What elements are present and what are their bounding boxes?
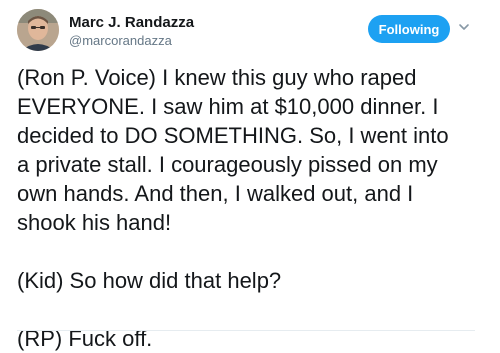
tweet-line: EVERYONE. I saw him at $10,000 dinner. I [17, 94, 439, 119]
author-name[interactable]: Marc J. Randazza [69, 14, 194, 31]
chevron-down-icon[interactable] [458, 21, 470, 33]
tweet-text: (Ron P. Voice) I knew this guy who raped… [17, 63, 487, 353]
tweet-line: shook his hand! [17, 210, 172, 235]
tweet-card: Marc J. Randazza @marcorandazza Followin… [0, 0, 500, 351]
tweet-paragraph-3: (RP) Fuck off. [17, 326, 153, 351]
profile-photo-icon [17, 9, 59, 51]
following-button[interactable]: Following [368, 15, 450, 43]
tweet-line: decided to DO SOMETHING. So, I went into [17, 123, 449, 148]
avatar[interactable] [17, 9, 59, 51]
tweet-paragraph-2: (Kid) So how did that help? [17, 268, 282, 293]
divider [17, 330, 475, 331]
tweet-line: own hands. And then, I walked out, and I [17, 181, 414, 206]
tweet-line: (Ron P. Voice) I knew this guy who raped [17, 65, 417, 90]
author-handle[interactable]: @marcorandazza [69, 33, 172, 48]
tweet-line: a private stall. I courageously pissed o… [17, 152, 438, 177]
tweet-paragraph-1: (Ron P. Voice) I knew this guy who raped… [17, 63, 487, 237]
